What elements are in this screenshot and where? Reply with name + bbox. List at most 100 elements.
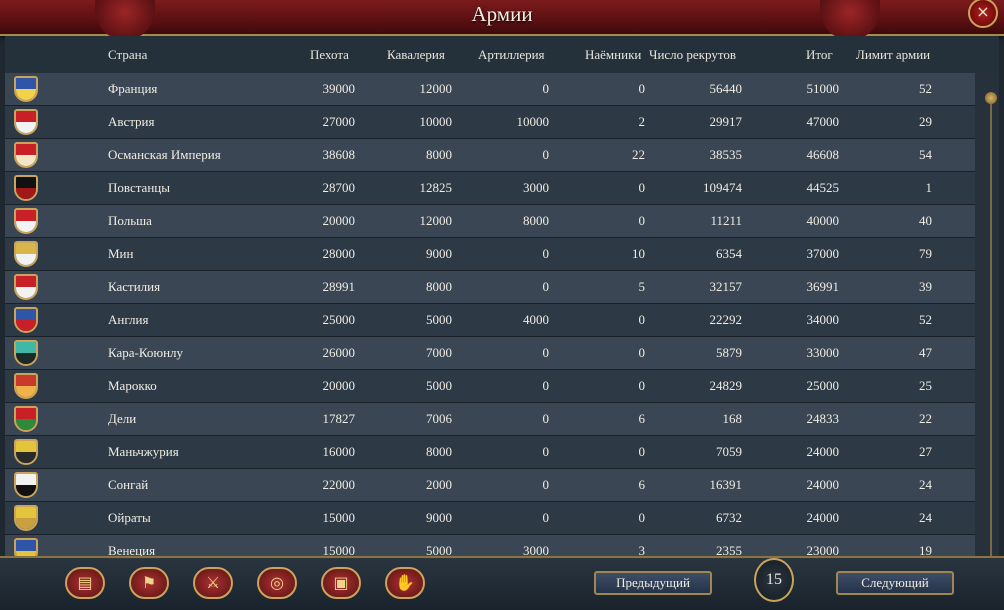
cell-cavalry: 2000: [426, 477, 452, 492]
cell-artillery: 0: [542, 147, 550, 162]
country-flag-icon[interactable]: [14, 274, 38, 300]
cell-mercenaries: 0: [638, 81, 646, 96]
table-row[interactable]: Австрия 27000 10000 10000 2 29917 47000 29: [5, 106, 975, 139]
cell-artillery: 8000: [523, 213, 549, 228]
table-row[interactable]: Османская Империя 38608 8000 0 22 38535 46608 5…: [5, 139, 975, 172]
cell-limit: 79: [919, 246, 932, 261]
cell-manpower: 22292: [709, 312, 743, 327]
table-row[interactable]: Мин 28000 9000 0 10 6354 37000 79: [5, 238, 975, 271]
cell-infantry: 28700: [322, 180, 356, 195]
crate-icon[interactable]: ▣: [321, 567, 361, 599]
cell-artillery: 0: [542, 246, 550, 261]
country-flag-icon[interactable]: [14, 241, 38, 267]
cell-infantry: 25000: [322, 312, 356, 327]
cell-infantry: 20000: [322, 378, 356, 393]
cell-artillery: 0: [542, 81, 550, 96]
cell-mercenaries: 0: [638, 180, 646, 195]
cell-total: 34000: [806, 312, 840, 327]
column-infantry[interactable]: Пехота: [310, 47, 349, 63]
table-row[interactable]: Польша 20000 12000 8000 0 11211 40000 40: [5, 205, 975, 238]
cell-limit: 54: [919, 147, 932, 162]
cell-manpower: 38535: [709, 147, 743, 162]
cell-infantry: 26000: [322, 345, 356, 360]
column-artillery[interactable]: Артиллерия: [478, 47, 545, 63]
column-total[interactable]: Итог: [806, 47, 833, 63]
cell-mercenaries: 0: [638, 213, 646, 228]
window-title: Армии: [471, 2, 533, 26]
country-flag-icon[interactable]: [14, 406, 38, 432]
cell-country: Марокко: [108, 378, 157, 393]
country-flag-icon[interactable]: [14, 307, 38, 333]
table-row[interactable]: Кастилия 28991 8000 0 5 32157 36991 39: [5, 271, 975, 304]
column-manpower[interactable]: Число рекрутов: [649, 47, 736, 63]
flag-fill: [16, 144, 36, 166]
cell-total: 40000: [806, 213, 840, 228]
cell-mercenaries: 22: [632, 147, 645, 162]
country-flag-icon[interactable]: [14, 373, 38, 399]
ledger-icon[interactable]: ▤: [65, 567, 105, 599]
cell-country: Польша: [108, 213, 152, 228]
cell-total: 44525: [806, 180, 840, 195]
column-limit[interactable]: Лимит армии: [856, 47, 930, 63]
table-row[interactable]: Кара-Коюнлу 26000 7000 0 0 5879 33000 47: [5, 337, 975, 370]
cell-total: 51000: [806, 81, 840, 96]
country-flag-icon[interactable]: [14, 472, 38, 498]
cell-total: 37000: [806, 246, 840, 261]
country-flag-icon[interactable]: [14, 340, 38, 366]
country-flag-icon[interactable]: [14, 505, 38, 531]
cell-mercenaries: 5: [638, 279, 646, 294]
cell-limit: 22: [919, 411, 932, 426]
cell-cavalry: 10000: [419, 114, 453, 129]
cell-infantry: 27000: [322, 114, 356, 129]
column-mercenaries[interactable]: Наёмники: [585, 47, 641, 63]
country-flag-icon[interactable]: [14, 208, 38, 234]
table-row[interactable]: Франция 39000 12000 0 0 56440 51000 52: [5, 73, 975, 106]
country-flag-icon[interactable]: [14, 142, 38, 168]
cell-artillery: 0: [542, 477, 550, 492]
table-row[interactable]: Марокко 20000 5000 0 0 24829 25000 25: [5, 370, 975, 403]
cell-artillery: 0: [542, 345, 550, 360]
scroll-track[interactable]: [990, 104, 992, 564]
flag-fill: [16, 342, 36, 364]
table-row[interactable]: Ойраты 15000 9000 0 0 6732 24000 24: [5, 502, 975, 535]
coins-icon[interactable]: ◎: [257, 567, 297, 599]
country-flag-icon[interactable]: [14, 109, 38, 135]
table-row[interactable]: Дели 17827 7006 0 6 168 24833 22: [5, 403, 975, 436]
table-row[interactable]: Англия 25000 5000 4000 0 22292 34000 52: [5, 304, 975, 337]
flag-fill: [16, 177, 36, 199]
country-flag-icon[interactable]: [14, 439, 38, 465]
scrollbar[interactable]: [985, 80, 997, 580]
cell-total: 24000: [806, 510, 840, 525]
column-cavalry[interactable]: Кавалерия: [387, 47, 445, 63]
column-country[interactable]: Страна: [108, 47, 147, 63]
table-row[interactable]: Маньчжурия 16000 8000 0 0 7059 24000 27: [5, 436, 975, 469]
cell-mercenaries: 0: [638, 345, 646, 360]
cell-total: 24833: [806, 411, 840, 426]
cell-cavalry: 5000: [426, 378, 452, 393]
cell-cavalry: 8000: [426, 147, 452, 162]
flag-icon[interactable]: ⚑: [129, 567, 169, 599]
table-body: Франция 39000 12000 0 0 56440 51000 52 Австрия 27…: [5, 73, 975, 568]
cell-manpower: 56440: [709, 81, 743, 96]
cell-total: 33000: [806, 345, 840, 360]
country-flag-icon[interactable]: [14, 175, 38, 201]
previous-button[interactable]: Предыдущий: [594, 571, 712, 595]
handshake-icon[interactable]: ✋: [385, 567, 425, 599]
cell-limit: 24: [919, 510, 932, 525]
cell-manpower: 7059: [716, 444, 742, 459]
cell-manpower: 29917: [709, 114, 743, 129]
scroll-knob[interactable]: [985, 92, 997, 104]
cell-country: Кара-Коюнлу: [108, 345, 184, 360]
flag-fill: [16, 474, 36, 496]
crossed-swords-icon[interactable]: ⚔: [193, 567, 233, 599]
flag-fill: [16, 111, 36, 133]
cell-manpower: 109474: [703, 180, 742, 195]
country-flag-icon[interactable]: [14, 76, 38, 102]
cell-cavalry: 8000: [426, 279, 452, 294]
cell-infantry: 22000: [322, 477, 356, 492]
cell-cavalry: 12000: [419, 81, 453, 96]
cell-mercenaries: 2: [638, 114, 646, 129]
table-row[interactable]: Сонгай 22000 2000 0 6 16391 24000 24: [5, 469, 975, 502]
next-button[interactable]: Следующий: [836, 571, 954, 595]
table-row[interactable]: Повстанцы 28700 12825 3000 0 109474 44525 1: [5, 172, 975, 205]
